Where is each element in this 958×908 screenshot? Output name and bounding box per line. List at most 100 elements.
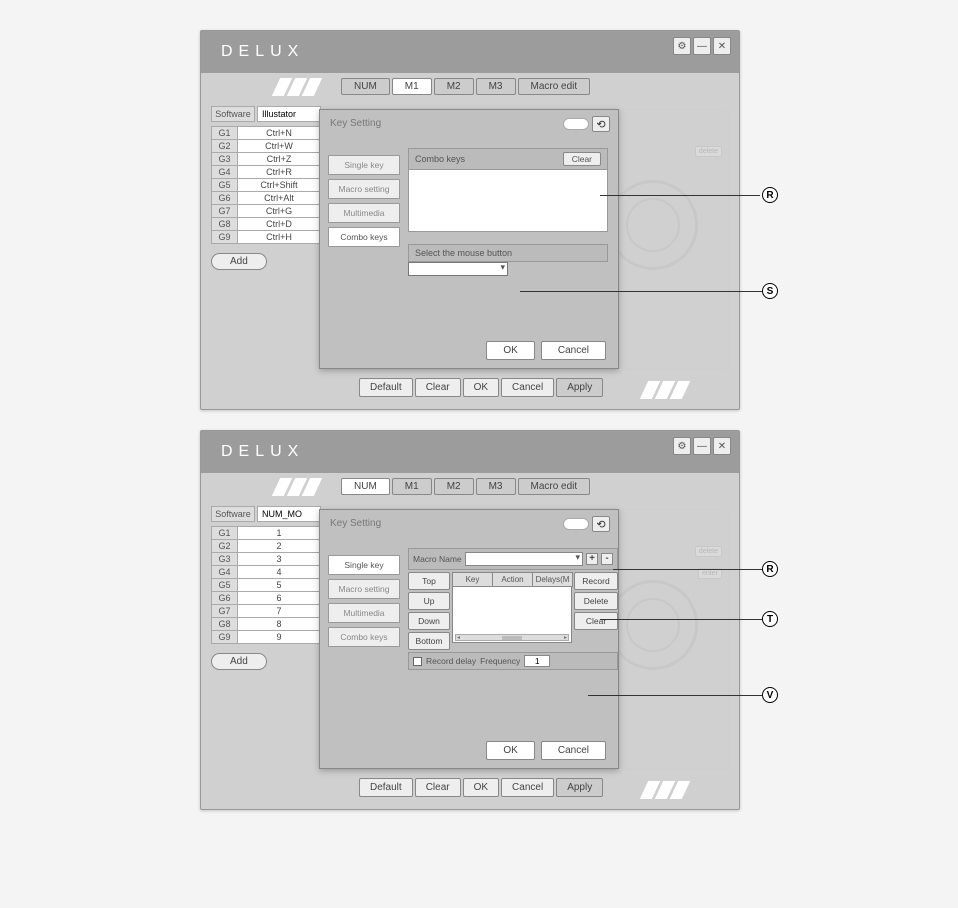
- side-panel: Software Illustator G1Ctrl+N G2Ctrl+W G3…: [211, 106, 321, 270]
- record-button[interactable]: Record: [574, 572, 618, 590]
- modal-cancel-button[interactable]: Cancel: [541, 341, 606, 360]
- top-button[interactable]: Top: [408, 572, 450, 590]
- tab-m2[interactable]: M2: [434, 478, 474, 495]
- up-button[interactable]: Up: [408, 592, 450, 610]
- clear-button[interactable]: Clear: [415, 378, 461, 397]
- clear-steps-button[interactable]: Clear: [574, 612, 618, 630]
- g-row[interactable]: G55: [211, 578, 321, 592]
- software-select[interactable]: NUM_MO: [257, 506, 321, 522]
- tab-m2[interactable]: M2: [434, 78, 474, 95]
- bottom-button[interactable]: Bottom: [408, 632, 450, 650]
- tab-m1[interactable]: M1: [392, 78, 432, 95]
- close-icon[interactable]: ✕: [713, 37, 731, 55]
- clear-combo-button[interactable]: Clear: [563, 152, 601, 166]
- apply-button[interactable]: Apply: [556, 778, 603, 797]
- reset-icon[interactable]: ⟲: [592, 116, 610, 132]
- tab-m1[interactable]: M1: [392, 478, 432, 495]
- clear-button[interactable]: Clear: [415, 778, 461, 797]
- combo-keys-textarea[interactable]: [408, 170, 608, 232]
- software-label: Software: [211, 106, 255, 122]
- g-row[interactable]: G4Ctrl+R: [211, 165, 321, 179]
- tab-num[interactable]: NUM: [341, 78, 390, 95]
- apply-button[interactable]: Apply: [556, 378, 603, 397]
- default-button[interactable]: Default: [359, 778, 413, 797]
- g-row[interactable]: G9Ctrl+H: [211, 230, 321, 244]
- option-multimedia[interactable]: Multimedia: [328, 203, 400, 223]
- tab-macro-edit[interactable]: Macro edit: [518, 78, 591, 95]
- reset-icon[interactable]: ⟲: [592, 516, 610, 532]
- record-delay-checkbox[interactable]: [413, 657, 422, 666]
- g-row[interactable]: G8Ctrl+D: [211, 217, 321, 231]
- ok-button[interactable]: OK: [463, 378, 499, 397]
- record-buttons: Record Delete Clear: [574, 572, 618, 650]
- g-row[interactable]: G6Ctrl+Alt: [211, 191, 321, 205]
- option-multimedia[interactable]: Multimedia: [328, 603, 400, 623]
- close-icon[interactable]: ✕: [713, 437, 731, 455]
- g-row[interactable]: G7Ctrl+G: [211, 204, 321, 218]
- option-single-key[interactable]: Single key: [328, 555, 400, 575]
- gear-icon[interactable]: ⚙: [673, 437, 691, 455]
- tab-num[interactable]: NUM: [341, 478, 390, 495]
- frequency-input[interactable]: 1: [524, 655, 550, 667]
- g-row[interactable]: G11: [211, 526, 321, 540]
- modal-ok-button[interactable]: OK: [486, 741, 534, 760]
- option-single-key[interactable]: Single key: [328, 155, 400, 175]
- col-delays: Delays(M: [532, 572, 573, 587]
- g-row[interactable]: G33: [211, 552, 321, 566]
- delete-step-button[interactable]: Delete: [574, 592, 618, 610]
- g-key-table: G11 G22 G33 G44 G55 G66 G77 G88 G99: [211, 526, 321, 644]
- software-select[interactable]: Illustator: [257, 106, 321, 122]
- g-row[interactable]: G3Ctrl+Z: [211, 152, 321, 166]
- macro-name-label: Macro Name: [413, 554, 462, 564]
- cancel-button[interactable]: Cancel: [501, 778, 554, 797]
- minimize-icon[interactable]: —: [693, 37, 711, 55]
- default-button[interactable]: Default: [359, 378, 413, 397]
- callout-r: R: [762, 187, 778, 203]
- option-combo-keys[interactable]: Combo keys: [328, 227, 400, 247]
- g-row[interactable]: G1Ctrl+N: [211, 126, 321, 140]
- footer-buttons: Default Clear OK Cancel Apply: [359, 778, 603, 797]
- down-button[interactable]: Down: [408, 612, 450, 630]
- stripes-decoration: [276, 478, 321, 496]
- footer-buttons: Default Clear OK Cancel Apply: [359, 378, 603, 397]
- ok-button[interactable]: OK: [463, 778, 499, 797]
- option-macro-setting[interactable]: Macro setting: [328, 579, 400, 599]
- minimize-icon[interactable]: —: [693, 437, 711, 455]
- g-row[interactable]: G2Ctrl+W: [211, 139, 321, 153]
- g-row[interactable]: G22: [211, 539, 321, 553]
- mouse-button-select[interactable]: [408, 262, 508, 276]
- add-macro-button[interactable]: +: [586, 553, 598, 565]
- remove-macro-button[interactable]: -: [601, 553, 613, 565]
- add-button[interactable]: Add: [211, 653, 267, 670]
- cancel-button[interactable]: Cancel: [501, 378, 554, 397]
- option-combo-keys[interactable]: Combo keys: [328, 627, 400, 647]
- toggle-switch[interactable]: [563, 118, 589, 130]
- callout-r2: R: [762, 561, 778, 577]
- add-button[interactable]: Add: [211, 253, 267, 270]
- g-row[interactable]: G88: [211, 617, 321, 631]
- modal-buttons: OK Cancel: [486, 341, 606, 360]
- g-row[interactable]: G66: [211, 591, 321, 605]
- tab-m3[interactable]: M3: [476, 478, 516, 495]
- option-macro-setting[interactable]: Macro setting: [328, 179, 400, 199]
- toggle-switch[interactable]: [563, 518, 589, 530]
- g-row[interactable]: G44: [211, 565, 321, 579]
- mode-tabs: NUM M1 M2 M3 Macro edit: [341, 478, 590, 495]
- macro-steps-list[interactable]: ◂▸: [452, 587, 572, 643]
- modal-cancel-button[interactable]: Cancel: [541, 741, 606, 760]
- window-controls: ⚙ — ✕: [673, 37, 731, 55]
- modal-ok-button[interactable]: OK: [486, 341, 534, 360]
- side-panel: Software NUM_MO G11 G22 G33 G44 G55 G66 …: [211, 506, 321, 670]
- window-controls: ⚙ — ✕: [673, 437, 731, 455]
- g-row[interactable]: G99: [211, 630, 321, 644]
- tab-m3[interactable]: M3: [476, 78, 516, 95]
- gear-icon[interactable]: ⚙: [673, 37, 691, 55]
- scrollbar[interactable]: ◂▸: [455, 634, 569, 641]
- macro-name-select[interactable]: [465, 552, 583, 566]
- key-setting-modal: Key Setting ⟲ Single key Macro setting M…: [319, 509, 619, 769]
- g-row[interactable]: G77: [211, 604, 321, 618]
- modal-top-controls: ⟲: [563, 116, 610, 132]
- callout-line: [600, 195, 760, 196]
- g-row[interactable]: G5Ctrl+Shift: [211, 178, 321, 192]
- tab-macro-edit[interactable]: Macro edit: [518, 478, 591, 495]
